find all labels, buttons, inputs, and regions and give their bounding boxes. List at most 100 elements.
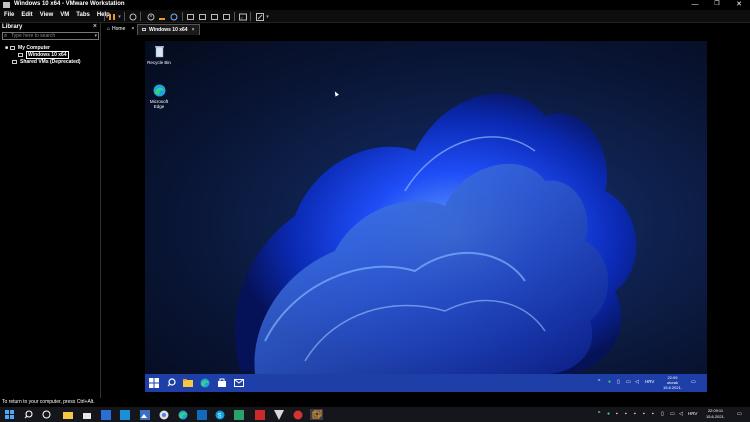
window-title: Windows 10 x64 - VMware Workstation (14, 1, 125, 7)
keyboard-language[interactable]: HRV (688, 411, 697, 416)
vmware-app-icon (3, 2, 10, 8)
chevron-down-icon[interactable]: ▾ (94, 33, 97, 39)
volume-icon[interactable]: ◁ (679, 411, 683, 417)
search-icon: ⌕ (4, 33, 8, 39)
tray-app-icon[interactable]: ● (607, 411, 610, 417)
console-view-icon[interactable]: >_ (238, 12, 247, 21)
app-icon[interactable] (292, 409, 303, 420)
outlook-icon[interactable] (196, 409, 207, 420)
tab-close-icon[interactable]: × (131, 26, 134, 32)
search-placeholder: Type here to search (11, 33, 56, 39)
file-explorer-icon[interactable] (182, 377, 193, 388)
notification-icon[interactable]: ▭ (737, 411, 742, 417)
app-icon[interactable] (119, 409, 130, 420)
vmware-taskbar-icon[interactable] (310, 409, 323, 420)
tree-label: Shared VMs (Deprecated) (20, 59, 81, 65)
shared-vms-icon (12, 59, 17, 64)
library-search-input[interactable]: ⌕ Type here to search ▾ (2, 32, 99, 40)
desktop-icon-label: Recycle Bin (147, 60, 171, 65)
tray-app-icon[interactable]: ▪ (625, 411, 627, 417)
start-icon[interactable] (148, 377, 159, 388)
desktop-icon-recycle-bin[interactable]: Recycle Bin (145, 45, 173, 65)
guest-desktop[interactable]: Recycle Bin Microsoft Edge (145, 41, 707, 374)
show-library-icon[interactable] (186, 12, 195, 21)
tab-windows-10[interactable]: Windows 10 x64 × (137, 24, 200, 35)
toolbar-separator (140, 12, 141, 21)
menu-bar: File Edit View VM Tabs Help (4, 12, 110, 18)
host-taskbar: S ^ ● ▪ ▪ ▪ ▪ ▪ ▯ ▭ ◁ HRV 22:09:11 15.6.… (0, 407, 750, 422)
clock-date: 15.6.2021. (663, 385, 682, 390)
menu-tabs[interactable]: Tabs (76, 12, 90, 18)
revert-snapshot-icon[interactable] (157, 12, 166, 21)
snapshot-icon[interactable] (146, 12, 155, 21)
notification-icon[interactable]: ▭ (691, 379, 696, 385)
tab-close-icon[interactable]: × (192, 27, 195, 33)
restore-button[interactable]: ❐ (706, 0, 728, 10)
chevron-down-icon[interactable]: ▾ (115, 12, 124, 21)
unity-icon[interactable] (222, 12, 231, 21)
tray-app-icon[interactable]: ▪ (652, 411, 654, 417)
network-icon[interactable]: ▭ (626, 379, 631, 385)
tree-label: Windows 10 x64 (26, 51, 69, 59)
network-status-icon[interactable]: ● (608, 379, 611, 385)
store-icon[interactable] (81, 409, 92, 420)
mail-icon[interactable] (233, 377, 244, 388)
vm-icon (142, 28, 146, 32)
desktop-icon-label: Microsoft Edge (149, 99, 169, 109)
host-clock[interactable]: 22:09:11 15.6.2021. (706, 408, 725, 420)
menu-edit[interactable]: Edit (21, 12, 32, 18)
menu-vm[interactable]: VM (60, 12, 69, 18)
tree-item-shared-vms[interactable]: Shared VMs (Deprecated) (12, 59, 81, 65)
tab-bar: ⌂ Home × Windows 10 x64 × (101, 23, 750, 36)
close-button[interactable]: ✕ (728, 0, 750, 10)
menu-file[interactable]: File (4, 12, 14, 18)
app-icon[interactable] (273, 409, 284, 420)
removable-device-icon[interactable]: ▯ (661, 411, 664, 417)
edge-icon[interactable] (199, 377, 210, 388)
home-icon: ⌂ (107, 26, 111, 32)
tray-app-icon[interactable]: ▪ (616, 411, 618, 417)
tray-app-icon[interactable]: ▪ (643, 411, 645, 417)
tab-home[interactable]: ⌂ Home × (103, 24, 138, 35)
tab-label: Home (112, 26, 126, 32)
edge-icon[interactable] (177, 409, 188, 420)
toolbar-separator (182, 12, 183, 21)
file-explorer-icon[interactable] (62, 409, 73, 420)
chrome-icon[interactable] (158, 409, 169, 420)
keyboard-language[interactable]: HRV (645, 379, 654, 384)
tree-item-vm[interactable]: Windows 10 x64 (18, 51, 69, 59)
volume-icon[interactable]: ◁ (635, 379, 639, 385)
tray-app-icon[interactable]: ▪ (634, 411, 636, 417)
minimize-button[interactable]: — (684, 0, 706, 10)
toolbar-separator (250, 12, 251, 21)
toolbar-separator (124, 12, 125, 21)
task-view-icon[interactable] (41, 409, 52, 420)
search-icon[interactable] (23, 409, 34, 420)
wallpaper-bloom (235, 93, 637, 374)
menu-view[interactable]: View (40, 12, 54, 18)
start-icon[interactable] (4, 409, 15, 420)
full-screen-icon[interactable] (210, 12, 219, 21)
skype-icon[interactable]: S (214, 409, 225, 420)
guest-clock[interactable]: 22:09 utorak 15.6.2021. (663, 375, 682, 390)
tray-chevron-up-icon[interactable]: ^ (598, 379, 600, 385)
network-icon[interactable]: ▭ (670, 411, 675, 417)
send-ctrl-alt-del-icon[interactable] (128, 12, 137, 21)
snapshot-manager-icon[interactable] (169, 12, 178, 21)
search-icon[interactable] (166, 377, 177, 388)
chevron-down-icon[interactable]: ▾ (263, 12, 272, 21)
collapse-icon[interactable]: ■ (5, 45, 8, 51)
svg-text:S: S (217, 413, 221, 419)
thumbnail-bar-icon[interactable] (198, 12, 207, 21)
menu-toolbar: File Edit View VM Tabs Help ▾ >_ ▾ (0, 10, 750, 23)
app-icon[interactable] (100, 409, 111, 420)
store-icon[interactable] (216, 377, 227, 388)
removable-device-icon[interactable]: ▯ (617, 379, 620, 385)
app-icon[interactable] (233, 409, 244, 420)
app-icon[interactable] (254, 409, 265, 420)
photos-icon[interactable] (139, 409, 150, 420)
library-header: Library (2, 24, 23, 30)
desktop-icon-edge[interactable]: Microsoft Edge (145, 84, 173, 109)
tray-chevron-up-icon[interactable]: ^ (598, 411, 600, 417)
library-close-icon[interactable]: × (93, 23, 97, 30)
